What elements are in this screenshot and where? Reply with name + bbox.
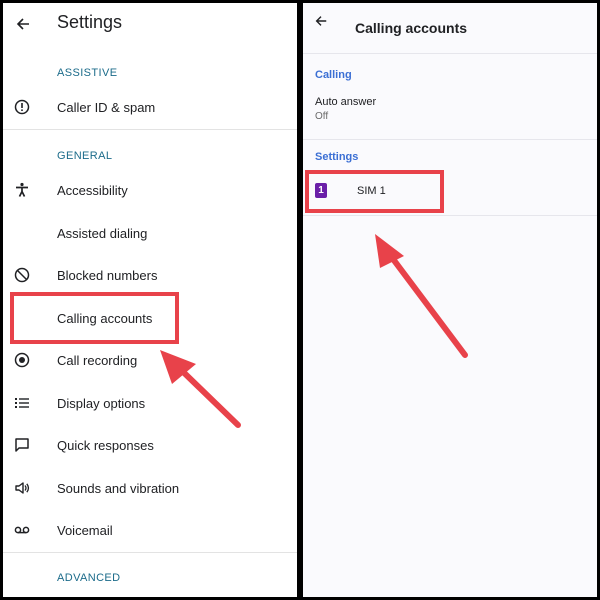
section-label-assistive: ASSISTIVE xyxy=(57,67,118,79)
settings-item-quick-responses[interactable]: Quick responses xyxy=(3,424,297,466)
divider xyxy=(3,552,297,553)
settings-item-voicemail[interactable]: Voicemail xyxy=(3,509,297,551)
page-title: Calling accounts xyxy=(355,20,468,36)
settings-item-display-options[interactable]: Display options xyxy=(3,382,297,424)
back-arrow-icon[interactable] xyxy=(15,16,31,32)
settings-item-label: Sounds and vibration xyxy=(57,480,180,496)
section-label-settings: Settings xyxy=(315,151,359,163)
settings-item-blocked-numbers[interactable]: Blocked numbers xyxy=(3,254,297,296)
section-label-general: GENERAL xyxy=(57,150,113,162)
auto-answer-value: Off xyxy=(315,111,329,122)
volume-icon xyxy=(12,478,32,498)
divider xyxy=(303,53,597,54)
record-icon xyxy=(12,350,32,370)
settings-item-label: Assisted dialing xyxy=(57,225,148,241)
info-circle-icon xyxy=(12,97,32,117)
settings-item-label: Caller ID & spam xyxy=(57,99,156,115)
auto-answer-label: Auto answer xyxy=(315,96,377,108)
settings-item-label: Blocked numbers xyxy=(57,267,158,283)
block-icon xyxy=(12,265,32,285)
calling-accounts-screen: Calling accounts Calling Auto answer Off… xyxy=(303,3,597,597)
settings-screen: Settings ASSISTIVE Caller ID & spam GENE… xyxy=(3,3,297,597)
highlight-box-calling-accounts xyxy=(10,292,179,344)
message-icon xyxy=(12,435,32,455)
back-arrow-icon[interactable] xyxy=(314,14,328,28)
settings-item-label: Display options xyxy=(57,395,146,411)
auto-answer-setting[interactable]: Auto answer Off xyxy=(303,91,597,131)
list-icon xyxy=(12,393,32,413)
highlight-box-sim-1 xyxy=(305,170,444,213)
settings-item-caller-id-spam[interactable]: Caller ID & spam xyxy=(3,86,297,128)
settings-item-call-recording[interactable]: Call recording xyxy=(3,339,297,381)
settings-item-accessibility[interactable]: Accessibility xyxy=(3,169,297,211)
accessibility-icon xyxy=(12,180,32,200)
settings-item-label: Voicemail xyxy=(57,522,113,538)
section-label-advanced: ADVANCED xyxy=(57,572,121,584)
page-title: Settings xyxy=(57,12,123,32)
settings-item-label: Accessibility xyxy=(57,182,128,198)
divider xyxy=(303,139,597,140)
divider xyxy=(303,215,597,216)
settings-item-label: Call recording xyxy=(57,352,138,368)
settings-item-sounds-vibration[interactable]: Sounds and vibration xyxy=(3,467,297,509)
settings-item-label: Quick responses xyxy=(57,437,154,453)
section-label-calling: Calling xyxy=(315,69,352,81)
voicemail-icon xyxy=(12,520,32,540)
settings-item-assisted-dialing[interactable]: Assisted dialing xyxy=(3,212,297,254)
divider xyxy=(3,129,297,130)
